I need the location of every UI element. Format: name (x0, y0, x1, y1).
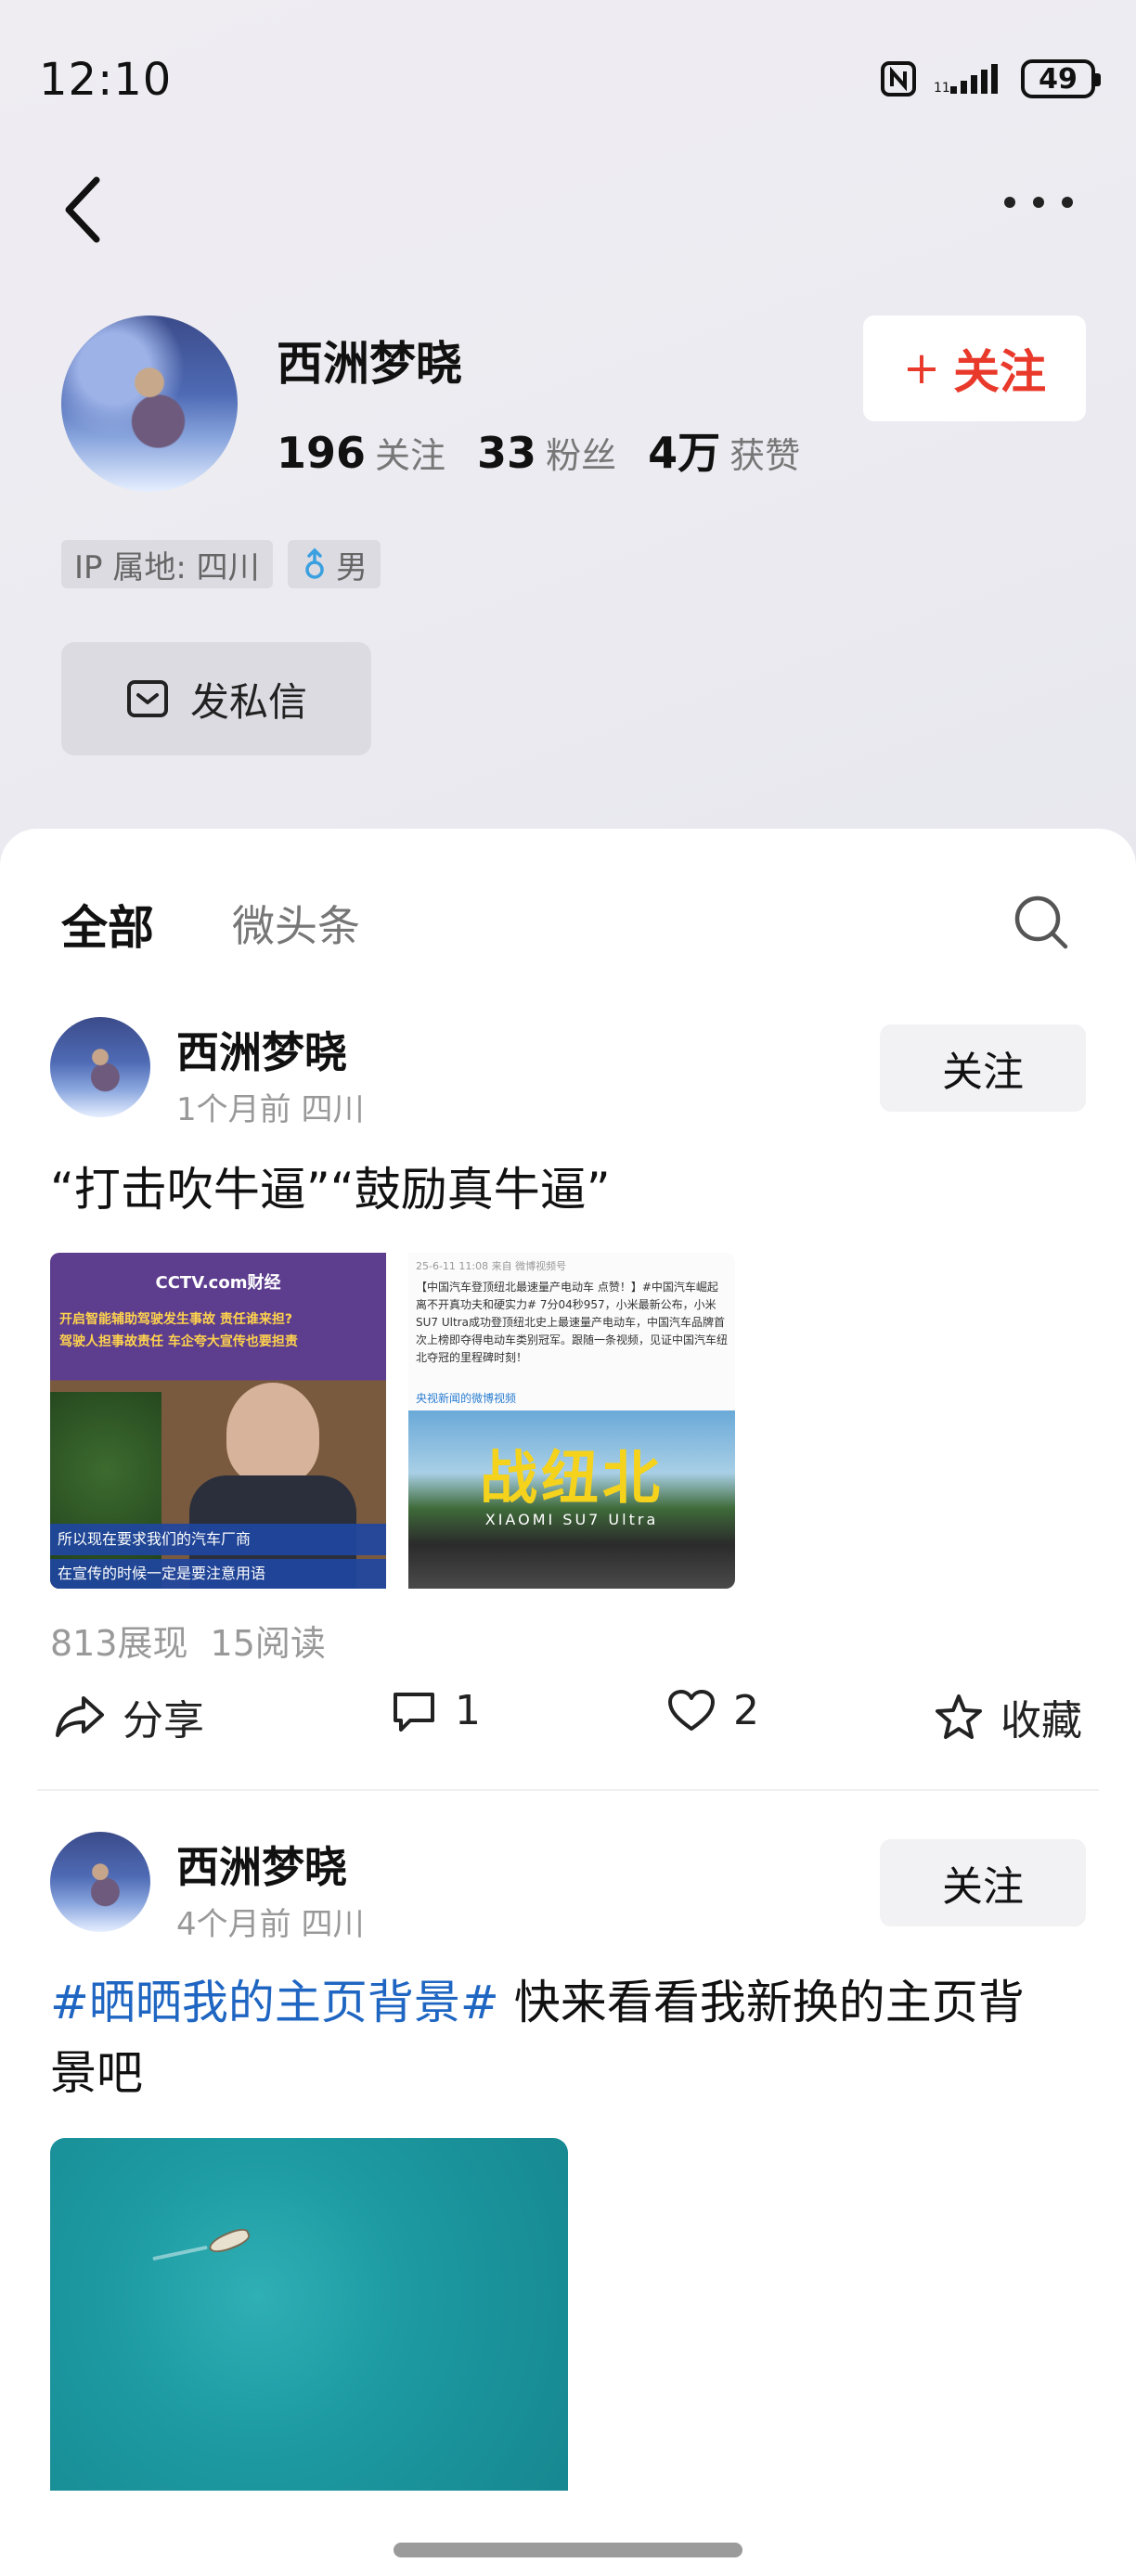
stat-following[interactable]: 196 关注 (277, 427, 445, 478)
profile-name: 西洲梦晓 (277, 337, 462, 391)
post-follow-button[interactable]: 关注 (880, 1024, 1086, 1112)
image-race-model: XIAOMI SU7 Ultra (484, 1511, 659, 1528)
stat-likes: 4万 获赞 (648, 419, 800, 481)
favorite-label: 收藏 (1000, 1697, 1082, 1745)
image-headline: 开启智能辅助驾驶发生事故 责任谁来担? (59, 1312, 292, 1327)
image-person-head (226, 1383, 319, 1485)
stat-value: 4万 (648, 428, 721, 478)
signal-icon: 11 (934, 64, 998, 96)
post-image-sea[interactable] (50, 2138, 568, 2491)
post-divider (37, 1789, 1099, 1791)
share-label: 分享 (123, 1697, 204, 1745)
post-impressions: 813展现 (50, 1623, 188, 1664)
post-avatar[interactable] (50, 1017, 150, 1117)
status-icons: 11 49 (880, 59, 1101, 98)
image-brand: CCTV.com财经 (155, 1273, 281, 1293)
post-follow-button[interactable]: 关注 (880, 1839, 1086, 1926)
post-meta: 4个月前 四川 (176, 1906, 365, 1943)
message-icon (126, 680, 168, 717)
send-message-button[interactable]: 发私信 (61, 642, 371, 755)
image-race-scene: 战纽北 XIAOMI SU7 Ultra (408, 1410, 735, 1589)
search-button[interactable] (1012, 893, 1071, 952)
tab-micro-headline[interactable]: 微头条 (232, 893, 360, 954)
image-weibo-header: 25-6-11 11:08 来自 微博视频号 (416, 1260, 567, 1272)
image-race-title: 战纽北 (479, 1444, 664, 1512)
stat-value: 196 (277, 428, 367, 478)
post-text[interactable]: “打击吹牛逼”“鼓励真牛逼” (50, 1154, 611, 1225)
post-text-line2: 景吧 (50, 2046, 143, 2100)
battery-icon: 49 (1021, 59, 1101, 98)
svg-text:11: 11 (934, 81, 950, 96)
image-caption-2: 在宣传的时候一定是要注意用语 (50, 1559, 386, 1589)
gender-text: 男 (336, 548, 368, 586)
send-message-label: 发私信 (189, 678, 307, 725)
star-icon (936, 1694, 982, 1739)
gender-tag: 男 (288, 540, 381, 588)
image-caption-1: 所以现在要求我们的汽车厂商 (50, 1524, 386, 1555)
image-boat (206, 2225, 252, 2257)
like-count: 2 (733, 1687, 759, 1734)
post-text-line1: 快来看看我新换的主页背 (498, 1976, 1025, 2029)
image-subline: 驾驶人担事故责任 车企夸大宣传也要担责 (59, 1334, 298, 1349)
follow-button[interactable]: + 关注 (863, 316, 1086, 421)
home-indicator[interactable] (394, 2543, 742, 2557)
profile-stats: 196 关注 33 粉丝 4万 获赞 (277, 419, 800, 481)
male-icon (305, 547, 324, 579)
stat-label: 粉丝 (546, 435, 617, 476)
stat-value: 33 (477, 428, 537, 478)
post-author-name[interactable]: 西洲梦晓 (176, 1019, 347, 1080)
comment-action[interactable]: 1 (390, 1687, 481, 1734)
profile-avatar[interactable] (61, 316, 238, 492)
status-time: 12:10 (39, 54, 173, 106)
image-boat-wake (152, 2245, 208, 2261)
post-image-weibo[interactable]: 25-6-11 11:08 来自 微博视频号 【中国汽车登顶纽北最速量产电动车 … (408, 1253, 735, 1589)
image-weibo-source: 央视新闻的微博视频 (416, 1392, 517, 1405)
nfc-icon (881, 61, 916, 97)
favorite-action[interactable]: 收藏 (934, 1687, 1082, 1746)
back-button[interactable] (56, 169, 111, 252)
post-author-name[interactable]: 西洲梦晓 (176, 1834, 347, 1895)
post-meta: 1个月前 四川 (176, 1091, 365, 1128)
stat-label: 关注 (375, 435, 446, 476)
follow-button-label: 关注 (953, 345, 1047, 399)
post-reads: 15阅读 (210, 1623, 326, 1664)
search-icon (1014, 895, 1068, 949)
comment-count: 1 (455, 1687, 481, 1734)
like-action[interactable]: 2 (666, 1687, 759, 1734)
chevron-left-icon (65, 176, 100, 243)
plus-icon: + (902, 342, 941, 394)
share-action[interactable]: 分享 (54, 1687, 204, 1746)
heart-icon (668, 1689, 715, 1731)
post-hashtag[interactable]: #晒晒我的主页背景# (50, 1976, 499, 2029)
post-avatar[interactable] (50, 1832, 150, 1932)
ip-location-text: IP 属地: 四川 (74, 548, 260, 586)
ip-location-tag: IP 属地: 四川 (61, 540, 273, 588)
more-button[interactable] (997, 186, 1080, 232)
stat-followers[interactable]: 33 粉丝 (477, 427, 616, 478)
image-weibo-body: 【中国汽车登顶纽北最速量产电动车 点赞！】#中国汽车崛起离不开真功夫和硬实力# … (416, 1281, 728, 1364)
tab-all[interactable]: 全部 (61, 891, 154, 958)
post-stats: 813展现 15阅读 (50, 1615, 326, 1666)
post-image-cctv[interactable]: CCTV.com财经 开启智能辅助驾驶发生事故 责任谁来担? 驾驶人担事故责任 … (50, 1253, 386, 1589)
comment-icon (394, 1692, 434, 1732)
stat-label: 获赞 (729, 435, 801, 476)
share-icon (56, 1696, 104, 1737)
post-text[interactable]: #晒晒我的主页背景# 快来看看我新换的主页背 景吧 (50, 1967, 1090, 2108)
more-dots-icon (1004, 197, 1073, 208)
